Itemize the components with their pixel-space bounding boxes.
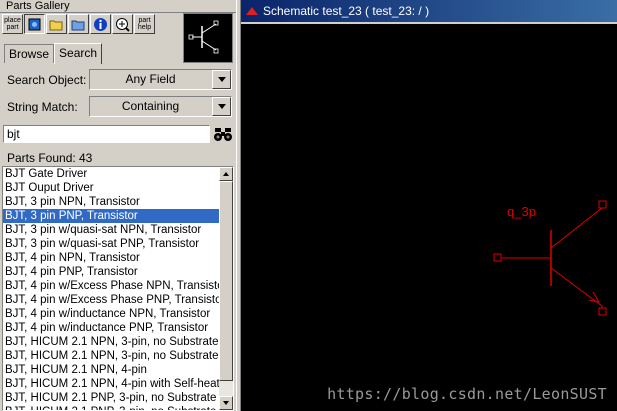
- part-preview: [183, 13, 233, 63]
- find-button[interactable]: [212, 124, 234, 144]
- component-label[interactable]: q_3p: [507, 204, 536, 219]
- emitter-lead: [550, 267, 603, 307]
- search-input[interactable]: bjt: [3, 125, 210, 143]
- parts-gallery-panel: Parts Gallery place part part help Brows…: [0, 0, 236, 411]
- tab-search[interactable]: Search: [54, 43, 103, 64]
- search-object-label: Search Object:: [7, 73, 87, 87]
- dropdown-button[interactable]: [212, 97, 231, 116]
- list-item[interactable]: BJT Gate Driver: [3, 167, 219, 181]
- component-button[interactable]: [24, 14, 45, 34]
- part-help-button[interactable]: part help: [134, 14, 155, 34]
- list-item[interactable]: BJT, 4 pin w/inductance NPN, Transistor: [3, 307, 219, 321]
- list-item[interactable]: BJT, 4 pin PNP, Transistor: [3, 265, 219, 279]
- chevron-down-icon: [217, 104, 226, 109]
- list-item[interactable]: BJT, 3 pin w/quasi-sat PNP, Transistor: [3, 237, 219, 251]
- list-item[interactable]: BJT, 3 pin PNP, Transistor: [3, 209, 219, 223]
- list-item[interactable]: BJT, HICUM 2.1 NPN, 4-pin with Self-heat…: [3, 377, 219, 391]
- search-object-select[interactable]: Any Field: [89, 69, 232, 90]
- scroll-down-button[interactable]: [219, 396, 233, 410]
- panel-title: Parts Gallery: [0, 0, 236, 13]
- open-folder-button[interactable]: [46, 14, 67, 34]
- library-icon: [71, 20, 85, 30]
- schematic-canvas[interactable]: q_3p https://blog.csdn.net/LeonSUST: [241, 22, 617, 411]
- parts-found-label: Parts Found:: [7, 151, 76, 165]
- library-button[interactable]: [68, 14, 89, 34]
- info-icon: [94, 17, 107, 31]
- list-item[interactable]: BJT, 3 pin w/quasi-sat NPN, Transistor: [3, 223, 219, 237]
- transistor-preview-icon: [188, 20, 219, 54]
- parts-list[interactable]: BJT Gate Driver BJT Ouput Driver BJT, 3 pi…: [2, 166, 234, 411]
- watermark-text: https://blog.csdn.net/LeonSUST: [327, 385, 607, 403]
- list-item[interactable]: BJT, 4 pin NPN, Transistor: [3, 251, 219, 265]
- parts-found-count: 43: [79, 151, 93, 165]
- parts-list-items: BJT Gate Driver BJT Ouput Driver BJT, 3 pi…: [3, 167, 219, 410]
- folder-icon: [49, 20, 63, 30]
- list-item[interactable]: BJT, HICUM 2.1 NPN, 3-pin, no Substrate,…: [3, 349, 219, 363]
- list-item[interactable]: BJT, HICUM 2.1 PNP, 3-pin, no Substrate,…: [3, 405, 219, 410]
- string-match-label: String Match:: [7, 100, 78, 114]
- dropdown-button[interactable]: [212, 70, 231, 89]
- schematic-title: Schematic test_23 ( test_23: / ): [263, 4, 430, 18]
- emitter-pin[interactable]: [598, 307, 607, 316]
- component-icon: [28, 18, 41, 30]
- list-item[interactable]: BJT, HICUM 2.1 NPN, 4-pin: [3, 363, 219, 377]
- string-match-value: Containing: [121, 99, 180, 113]
- arrow-down-icon: [223, 401, 229, 405]
- place-part-icon: place part: [4, 17, 21, 31]
- binoculars-icon: [214, 128, 232, 141]
- list-item[interactable]: BJT Ouput Driver: [3, 181, 219, 195]
- gallery-toolbar: place part part help: [2, 14, 155, 34]
- zoom-button[interactable]: [112, 14, 133, 34]
- arrow-up-icon: [223, 172, 229, 176]
- list-item[interactable]: BJT, 4 pin w/Excess Phase NPN, Transisto…: [3, 279, 219, 293]
- scroll-thumb[interactable]: [219, 181, 233, 381]
- schematic-icon: [246, 7, 258, 15]
- schematic-titlebar: Schematic test_23 ( test_23: / ): [241, 0, 617, 22]
- part-help-icon: part help: [137, 17, 152, 31]
- string-match-select[interactable]: Containing: [89, 96, 232, 117]
- gallery-tabs: Browse Search: [4, 43, 103, 64]
- list-item[interactable]: BJT, HICUM 2.1 NPN, 3-pin, no Substrate: [3, 335, 219, 349]
- list-item[interactable]: BJT, 3 pin NPN, Transistor: [3, 195, 219, 209]
- info-button[interactable]: [90, 14, 111, 34]
- collector-pin[interactable]: [598, 200, 607, 209]
- tab-browse[interactable]: Browse: [4, 44, 55, 63]
- zoom-icon: [116, 17, 130, 32]
- base-pin[interactable]: [493, 253, 502, 262]
- list-item[interactable]: BJT, 4 pin w/inductance PNP, Transistor: [3, 321, 219, 335]
- list-item[interactable]: BJT, 4 pin w/Excess Phase PNP, Transisto…: [3, 293, 219, 307]
- chevron-down-icon: [217, 77, 226, 82]
- app-window: Parts Gallery place part part help Brows…: [0, 0, 617, 411]
- vertical-scrollbar[interactable]: [219, 167, 233, 410]
- search-object-value: Any Field: [125, 72, 176, 86]
- list-item[interactable]: BJT, HICUM 2.1 PNP, 3-pin, no Substrate: [3, 391, 219, 405]
- transistor-symbol[interactable]: q_3p: [241, 24, 617, 411]
- scroll-up-button[interactable]: [219, 167, 233, 181]
- place-part-button[interactable]: place part: [2, 14, 23, 34]
- collector-lead: [550, 207, 603, 249]
- schematic-window: Schematic test_23 ( test_23: / ) q_3p ht…: [241, 0, 617, 411]
